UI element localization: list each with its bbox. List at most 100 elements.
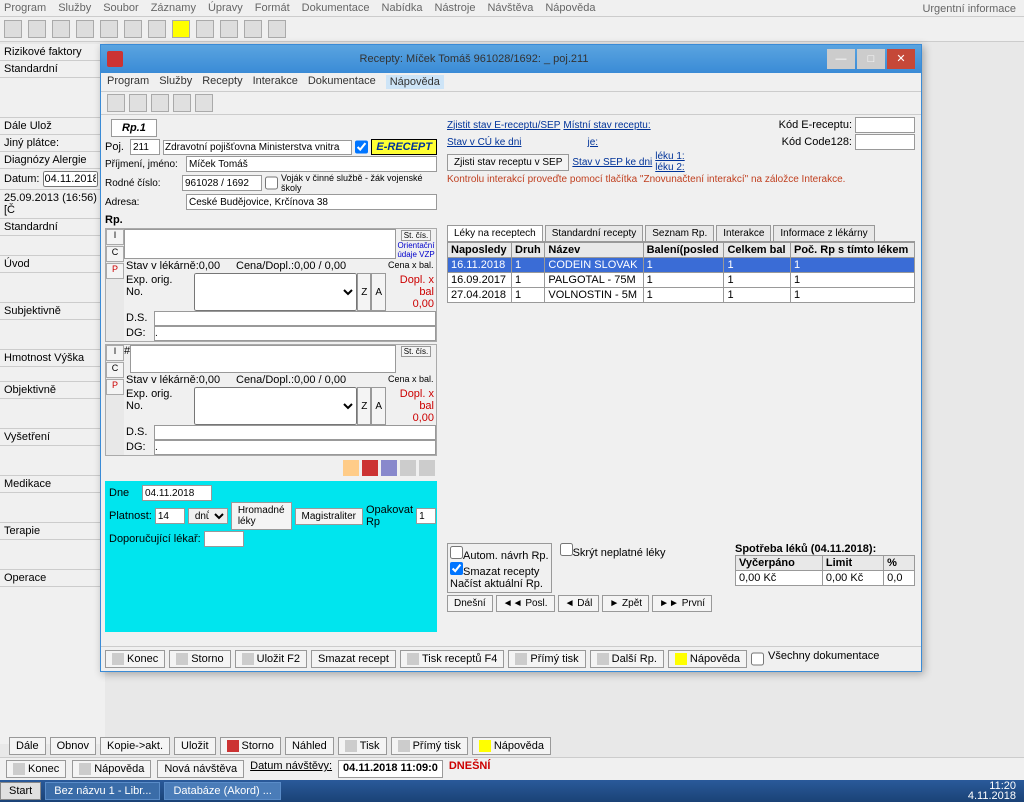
ds-input-2[interactable] <box>154 425 436 440</box>
vys-section[interactable]: Vyšetření <box>0 429 105 446</box>
col-naposledy[interactable]: Naposledy <box>448 243 512 258</box>
kod-128-input[interactable] <box>855 134 915 150</box>
nav-prvni[interactable]: ►► První <box>652 595 712 612</box>
menu-nastroje[interactable]: Nástroje <box>435 2 476 14</box>
diag-tab[interactable]: Diagnózy <box>4 154 50 166</box>
table-row[interactable]: 16.11.20181CODEIN SLOVAK111 <box>448 258 915 273</box>
radiation-icon[interactable] <box>172 20 190 38</box>
nav-zpet[interactable]: ► Zpět <box>602 595 649 612</box>
exp-select-2[interactable] <box>194 387 357 425</box>
tool-icon-12[interactable] <box>268 20 286 38</box>
tool-e-icon[interactable] <box>419 460 435 476</box>
autom-check[interactable] <box>450 546 463 559</box>
rp-icon[interactable] <box>220 20 238 38</box>
menu-napoveda[interactable]: Nápověda <box>545 2 595 14</box>
tab-leky[interactable]: Léky na receptech <box>447 225 543 241</box>
prijmeni-input[interactable] <box>186 156 437 172</box>
smazat-recept-button[interactable]: Smazat recept <box>311 650 396 668</box>
rp2-i-btn[interactable]: I <box>106 345 124 361</box>
menu-program[interactable]: Program <box>4 2 46 14</box>
table-row[interactable]: 16.09.20171PALGOTAL - 75M111 <box>448 273 915 288</box>
dg-input-2[interactable] <box>154 440 436 455</box>
tool-icon-5[interactable] <box>100 20 118 38</box>
zjistit-sep-link[interactable]: Zjistit stav E-receptu/SEP <box>447 120 560 131</box>
task-akord[interactable]: Databáze (Akord) ... <box>164 782 280 800</box>
a-btn-1[interactable]: A <box>371 273 386 311</box>
rp1-i-btn[interactable]: I <box>106 229 124 245</box>
dtool-5[interactable] <box>195 94 213 112</box>
dopor-input[interactable] <box>204 531 244 547</box>
subj-section[interactable]: Subjektivně <box>0 303 105 320</box>
col-druh[interactable]: Druh <box>512 243 545 258</box>
tab-seznam[interactable]: Seznam Rp. <box>645 225 714 241</box>
start-button[interactable]: Start <box>0 782 41 800</box>
obj-section[interactable]: Objektivně <box>0 382 105 399</box>
menu-sluzby[interactable]: Služby <box>58 2 91 14</box>
uvod-section[interactable]: Úvod <box>0 256 105 273</box>
rp1-tab[interactable]: Rp.1 <box>111 119 157 137</box>
poj-input[interactable] <box>130 139 160 155</box>
tool-icon-9[interactable] <box>196 20 214 38</box>
hromadne-btn[interactable]: Hromadné léky <box>231 502 292 530</box>
eye-icon[interactable] <box>151 94 169 112</box>
plus-icon[interactable] <box>362 460 378 476</box>
rp2-c-btn[interactable]: C <box>106 362 124 378</box>
uloz-btn[interactable]: Ulož <box>30 120 52 132</box>
a-btn-2[interactable]: A <box>371 387 386 425</box>
storno-button[interactable]: Storno <box>169 650 230 668</box>
kod-er-input[interactable] <box>855 117 915 133</box>
menu-nabidka[interactable]: Nabídka <box>382 2 423 14</box>
s-konec[interactable]: Konec <box>6 760 66 778</box>
dtool-2[interactable] <box>129 94 147 112</box>
dmenu-interakce[interactable]: Interakce <box>253 75 298 89</box>
tisk-receptu-button[interactable]: Tisk receptů F4 <box>400 650 504 668</box>
b-ulozit[interactable]: Uložit <box>174 737 216 755</box>
dg-input-1[interactable] <box>154 326 436 341</box>
tool-icon-2[interactable] <box>28 20 46 38</box>
opakovat-input[interactable] <box>416 508 436 524</box>
b-tisk[interactable]: Tisk <box>338 737 387 755</box>
smazat-check[interactable] <box>450 562 463 575</box>
rp2-drug-input[interactable] <box>130 345 396 373</box>
tool-icon-3[interactable] <box>52 20 70 38</box>
primy-tisk-button[interactable]: Přímý tisk <box>508 650 585 668</box>
minimize-button[interactable]: — <box>827 49 855 69</box>
ds-input-1[interactable] <box>154 311 436 326</box>
dalsi-rp-button[interactable]: Další Rp. <box>590 650 664 668</box>
tool-icon-6[interactable] <box>124 20 142 38</box>
tab-info[interactable]: Informace z lékárny <box>773 225 874 241</box>
tool-a-icon[interactable] <box>343 460 359 476</box>
tool-icon-1[interactable] <box>4 20 22 38</box>
s-napoveda[interactable]: Nápověda <box>72 760 151 778</box>
b-obnov[interactable]: Obnov <box>50 737 96 755</box>
rp2-p-btn[interactable]: P <box>106 379 124 395</box>
platnost-unit[interactable]: dnů <box>188 508 228 524</box>
maximize-button[interactable]: □ <box>857 49 885 69</box>
tab-interakce[interactable]: Interakce <box>716 225 771 241</box>
dne-input[interactable] <box>142 485 212 501</box>
rp1-c-btn[interactable]: C <box>106 246 124 262</box>
je-link[interactable]: je: <box>587 137 598 148</box>
ter-section[interactable]: Terapie <box>0 523 105 540</box>
table-row[interactable]: 27.04.20181VOLNOSTIN - 5M111 <box>448 288 915 303</box>
oper-section[interactable]: Operace <box>0 570 105 587</box>
leku2-link[interactable]: léku 2: <box>655 162 684 173</box>
dale-btn[interactable]: Dále <box>4 120 27 132</box>
stav-cu-link[interactable]: Stav v CÚ ke dni <box>447 137 521 148</box>
tool-icon-11[interactable] <box>244 20 262 38</box>
stav-sep-link[interactable]: Stav v SEP ke dni <box>572 157 652 168</box>
dmenu-dokumentace[interactable]: Dokumentace <box>308 75 376 89</box>
col-poc[interactable]: Poč. Rp s tímto lékem <box>790 243 914 258</box>
b-kopie[interactable]: Kopie->akt. <box>100 737 170 755</box>
napoveda-button[interactable]: Nápověda <box>668 650 747 668</box>
menu-navsteva[interactable]: Návštěva <box>487 2 533 14</box>
s-nova[interactable]: Nová návštěva <box>157 760 244 778</box>
dtool-4[interactable] <box>173 94 191 112</box>
dmenu-recepty[interactable]: Recepty <box>202 75 242 89</box>
nav-dnesni[interactable]: Dnešní <box>447 595 493 612</box>
risk-tab[interactable]: Rizikové faktory <box>0 44 105 61</box>
stcis-btn-1[interactable]: St. čís. <box>401 230 431 241</box>
col-baleni[interactable]: Balení(posled <box>643 243 724 258</box>
dtool-1[interactable] <box>107 94 125 112</box>
skryt-check[interactable] <box>560 543 573 556</box>
